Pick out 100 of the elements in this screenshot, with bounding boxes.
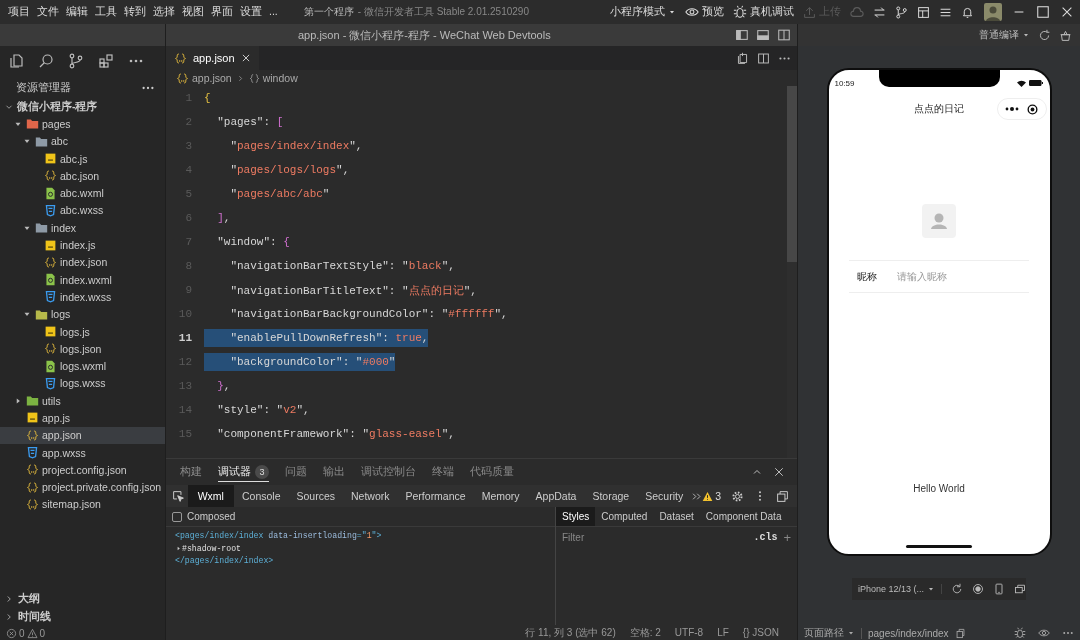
shadow-root-node[interactable]: #shadow-root [182, 542, 241, 555]
tree-item[interactable]: index [0, 219, 165, 237]
menu-item[interactable]: ... [269, 5, 278, 19]
panel-tab[interactable]: 代码质量 [470, 462, 514, 482]
status-item[interactable]: 行 11, 列 3 (选中 62) [525, 625, 616, 640]
preview-button[interactable]: 预览 [685, 5, 724, 19]
tree-item[interactable]: abc.wxss [0, 201, 165, 220]
status-item[interactable]: {} JSON [742, 627, 779, 638]
devtools-tab[interactable]: Wxml [187, 485, 234, 507]
tree-item[interactable]: index.js [0, 236, 165, 254]
menu-item[interactable]: 转到 [124, 5, 146, 19]
status-time: 10:59 [834, 78, 855, 88]
tree-item[interactable]: app.wxss [0, 443, 165, 462]
compile-mode-dropdown[interactable]: 普通编译 [979, 28, 1030, 42]
code-line: "navigationBarTitleText": "点点的日记", [229, 283, 477, 299]
breadcrumb-item[interactable]: app.json [176, 71, 232, 85]
page-path-dropdown[interactable]: 页面路径 [804, 626, 855, 640]
menu-item[interactable]: 界面 [211, 5, 233, 19]
problems-status[interactable]: 0 0 [0, 626, 165, 640]
menu-item[interactable]: 视图 [182, 5, 204, 19]
tree-item[interactable]: app.js [0, 409, 165, 427]
tree-item[interactable]: logs.js [0, 322, 165, 341]
nickname-field[interactable]: 请输入昵称 [897, 271, 1029, 282]
tree-item[interactable]: logs [0, 305, 165, 323]
status-item[interactable]: 空格: 2 [629, 625, 661, 640]
tree-item[interactable]: logs.wxss [0, 374, 165, 393]
project-root[interactable]: 微信小程序-程序 [0, 98, 165, 116]
styles-tab[interactable]: Dataset [653, 507, 700, 526]
status-item[interactable]: UTF-8 [674, 627, 704, 638]
tree-item[interactable]: abc [0, 132, 165, 150]
tree-item[interactable]: utils [0, 392, 165, 410]
devtools-tab[interactable]: Storage [584, 485, 638, 507]
section-header[interactable]: 大纲 [0, 590, 165, 608]
tree-item[interactable]: sitemap.json [0, 495, 165, 514]
mode-dropdown[interactable]: 小程序模式 [610, 5, 676, 19]
menu-item[interactable]: 项目 [8, 5, 30, 19]
editor-tab[interactable]: app.json [166, 46, 259, 70]
panel-tab[interactable]: 问题 [285, 462, 307, 482]
tree-item[interactable]: index.wxml [0, 270, 165, 289]
code-line: "style": "v2", [216, 403, 310, 418]
warning-count[interactable]: 3 [702, 490, 721, 502]
remote-debug-button[interactable]: 真机调试 [733, 5, 794, 19]
count-badge: 3 [255, 464, 269, 479]
document-title: app.json - 微信小程序-程序 - WeChat Web Devtools [298, 27, 551, 43]
field-label: 昵称 [856, 269, 878, 284]
page-path: pages/index/index [861, 627, 949, 639]
devtools-tab[interactable]: Performance [397, 485, 474, 507]
menu-item[interactable]: 编辑 [66, 5, 88, 19]
menu-item[interactable]: 设置 [240, 5, 262, 19]
line-number: 11 [177, 332, 192, 344]
cls-toggle[interactable]: .cls [753, 531, 778, 543]
code-line: ], [216, 211, 231, 226]
page-title: 点点的日记 [914, 102, 964, 116]
devtools-tab[interactable]: Network [343, 485, 398, 507]
tree-item[interactable]: logs.wxml [0, 357, 165, 375]
status-item[interactable]: LF [717, 627, 729, 638]
hello-text: Hello World [913, 483, 965, 494]
tree-item[interactable]: pages [0, 115, 165, 133]
menu-item[interactable]: 文件 [37, 5, 59, 19]
breadcrumb-item[interactable]: window [248, 72, 298, 84]
code-line: "navigationBarTextStyle": "black", [229, 259, 455, 274]
panel-tab[interactable]: 终端 [432, 462, 454, 482]
tree-item[interactable]: app.json [0, 426, 165, 444]
markup-line[interactable]: <pages/index/index data-insertloading="1"> [175, 530, 382, 543]
panel-tab[interactable]: 调试控制台 [361, 462, 416, 482]
tree-item[interactable]: index.wxss [0, 288, 165, 306]
code-line: { [204, 91, 211, 106]
markup-line[interactable]: </pages/index/index> [175, 555, 274, 568]
panel-tab[interactable]: 构建 [180, 462, 202, 482]
devtools-tab[interactable]: Console [233, 485, 289, 507]
devtools-tab[interactable]: Sources [288, 485, 343, 507]
filter-field[interactable]: Filter [562, 531, 748, 543]
code-line: "pages/logs/logs", [229, 163, 350, 178]
panel-tab[interactable]: 调试器 3 [218, 462, 269, 482]
tree-item[interactable]: logs.json [0, 340, 165, 358]
styles-tab[interactable]: Styles [556, 507, 596, 526]
checkbox-label: Composed [187, 511, 236, 522]
tree-item[interactable]: project.private.config.json [0, 478, 165, 496]
tree-item[interactable]: project.config.json [0, 461, 165, 479]
code-line: "window": { [216, 235, 290, 250]
panel-title: 资源管理器 [16, 81, 71, 95]
add-rule-button[interactable]: + [783, 529, 791, 545]
panel-tab[interactable]: 输出 [323, 462, 345, 482]
styles-tab[interactable]: Computed [595, 507, 654, 526]
tree-item[interactable]: abc.js [0, 149, 165, 168]
code-line: "componentFramework": "glass-easel", [216, 427, 455, 442]
menu-item[interactable]: 选择 [153, 5, 175, 19]
project-name: 第一个程序 [303, 5, 354, 19]
styles-tab[interactable]: Component Data [699, 507, 788, 526]
code-line: "pages/abc/abc" [229, 187, 330, 202]
code-line: }, [216, 379, 231, 394]
tree-item[interactable]: index.json [0, 253, 165, 271]
menu-item[interactable]: 工具 [95, 5, 117, 19]
section-header[interactable]: 时间线 [0, 608, 165, 626]
tree-item[interactable]: abc.wxml [0, 184, 165, 202]
devtools-tab[interactable]: Security [637, 485, 692, 507]
code-line: "pages/index/index", [229, 139, 363, 154]
devtools-tab[interactable]: AppData [527, 485, 585, 507]
tree-item[interactable]: abc.json [0, 167, 165, 185]
devtools-tab[interactable]: Memory [473, 485, 528, 507]
